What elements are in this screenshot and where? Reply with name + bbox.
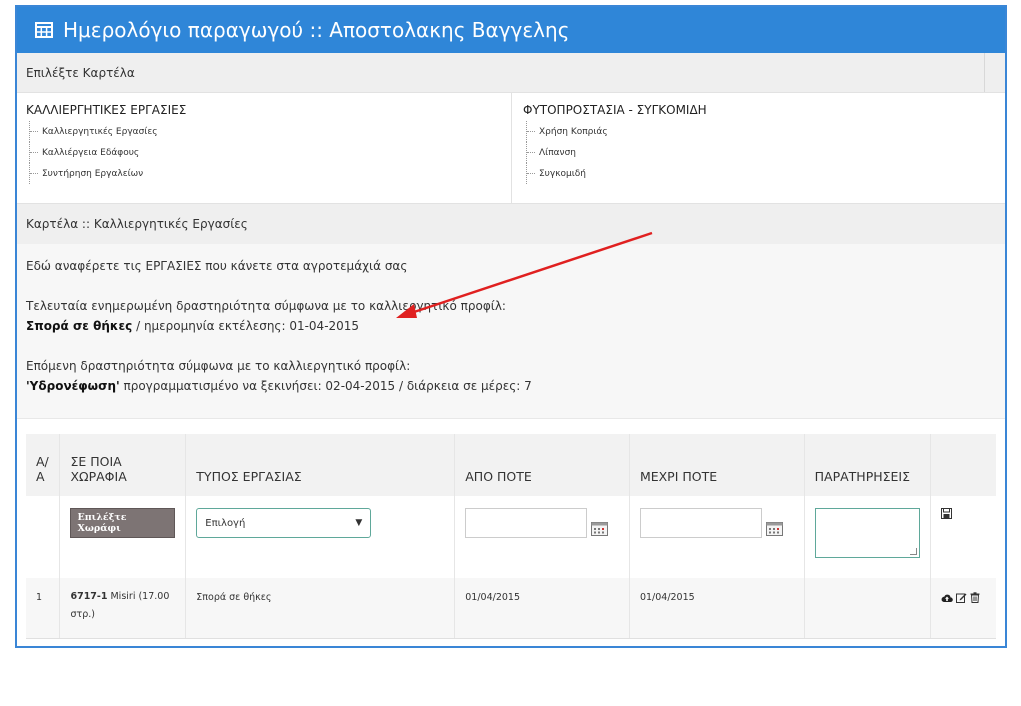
pick-field-button[interactable]: Επιλέξτε Χωράφι	[70, 508, 176, 538]
to-date-input[interactable]	[639, 508, 762, 538]
select-tab-label: Επιλέξτε Καρτέλα	[26, 65, 135, 80]
calendar-picker-icon[interactable]	[765, 522, 783, 536]
menu-item-manure[interactable]: Χρήση Κοπριάς	[526, 121, 996, 142]
menu-item-soil-cultivation[interactable]: Καλλιέργεια Εδάφους	[29, 142, 502, 163]
caret-down-icon: ▼	[355, 518, 363, 528]
table-header-row: Α/Α ΣΕ ΠΟΙΑ ΧΩΡΑΦΙΑ ΤΥΠΟΣ ΕΡΓΑΣΙΑΣ ΑΠΟ Π…	[26, 434, 996, 496]
col-notes: ΠΑΡΑΤΗΡΗΣΕΙΣ	[804, 434, 931, 496]
divider	[984, 53, 985, 92]
save-icon[interactable]	[940, 508, 952, 522]
table-row: 1 6717-1 Misiri (17.00 στρ.) Σπορά σε θή…	[26, 578, 996, 639]
tasks-table-wrap: Α/Α ΣΕ ΠΟΙΑ ΧΩΡΑΦΙΑ ΤΥΠΟΣ ΕΡΓΑΣΙΑΣ ΑΠΟ Π…	[26, 434, 996, 639]
row-type: Σπορά σε θήκες	[185, 578, 456, 639]
new-entry-row: Επιλέξτε Χωράφι Επιλογή ▼	[26, 496, 996, 578]
next-activity-line: 'Υδρονέφωση' προγραμματισμένο να ξεκινήσ…	[26, 376, 996, 396]
last-activity-label: Τελευταία ενημερωμένη δραστηριότητα σύμφ…	[26, 299, 506, 313]
page-title: Ημερολόγιο παραγωγού :: Αποστολακης Βαγγ…	[63, 18, 570, 42]
col-field: ΣΕ ΠΟΙΑ ΧΩΡΑΦΙΑ	[59, 434, 187, 496]
info-section: Εδώ αναφέρετε τις ΕΡΓΑΣΙΕΣ που κάνετε στ…	[17, 244, 1005, 419]
select-tab-header: Επιλέξτε Καρτέλα	[17, 53, 1005, 93]
col-aa: Α/Α	[26, 434, 61, 496]
row-field-code: 6717-1	[70, 591, 108, 602]
trash-icon[interactable]	[970, 592, 980, 606]
notes-textarea[interactable]	[814, 508, 920, 558]
menu-item-cultivation-tasks[interactable]: Καλλιεργητικές Εργασίες	[29, 121, 502, 142]
menu-group-title: ΦΥΤΟΠΡΟΣΤΑΣΙΑ - ΣΥΓΚΟΜΙΔΗ	[523, 103, 707, 117]
menu-item-tool-maintenance[interactable]: Συντήρηση Εργαλείων	[29, 163, 502, 184]
last-activity-date: / ημερομηνία εκτέλεσης: 01-04-2015	[132, 319, 360, 333]
calendar-icon	[35, 22, 53, 38]
main-panel: Ημερολόγιο παραγωγού :: Αποστολακης Βαγγ…	[15, 5, 1007, 648]
row-notes	[804, 578, 931, 639]
last-activity-line: Σπορά σε θήκες / ημερομηνία εκτέλεσης: 0…	[26, 316, 996, 336]
task-type-select[interactable]: Επιλογή ▼	[196, 508, 372, 538]
calendar-picker-icon[interactable]	[591, 522, 609, 536]
last-activity-name: Σπορά σε θήκες	[26, 319, 133, 333]
page-header: Ημερολόγιο παραγωγού :: Αποστολακης Βαγγ…	[17, 7, 1005, 53]
menu-item-harvest[interactable]: Συγκομιδή	[526, 163, 996, 184]
col-actions	[930, 434, 996, 496]
next-activity-label: Επόμενη δραστηριότητα σύμφωνα με το καλλ…	[26, 359, 411, 373]
tasks-table: Α/Α ΣΕ ΠΟΙΑ ΧΩΡΑΦΙΑ ΤΥΠΟΣ ΕΡΓΑΣΙΑΣ ΑΠΟ Π…	[26, 434, 996, 639]
info-intro: Εδώ αναφέρετε τις ΕΡΓΑΣΙΕΣ που κάνετε στ…	[26, 259, 408, 273]
menu-item-fertilization[interactable]: Λίπανση	[526, 142, 996, 163]
card-title: Καρτέλα :: Καλλιεργητικές Εργασίες	[26, 217, 248, 231]
col-to: ΜΕΧΡΙ ΠΟΤΕ	[629, 434, 805, 496]
edit-icon[interactable]	[955, 592, 967, 606]
col-type: ΤΥΠΟΣ ΕΡΓΑΣΙΑΣ	[185, 434, 456, 496]
row-from: 01/04/2015	[454, 578, 630, 639]
cloud-upload-icon[interactable]	[941, 593, 953, 606]
next-activity-name: 'Υδρονέφωση'	[26, 379, 120, 393]
card-header: Καρτέλα :: Καλλιεργητικές Εργασίες	[17, 204, 1005, 244]
row-aa: 1	[26, 578, 61, 639]
task-type-select-value: Επιλογή	[205, 517, 246, 529]
tab-menu: ΚΑΛΛΙΕΡΓΗΤΙΚΕΣ ΕΡΓΑΣΙΕΣ Καλλιεργητικές Ε…	[17, 93, 1005, 204]
row-field: 6717-1 Misiri (17.00 στρ.)	[59, 578, 187, 639]
menu-group-protection: ΦΥΤΟΠΡΟΣΤΑΣΙΑ - ΣΥΓΚΟΜΙΔΗ Χρήση Κοπριάς …	[511, 93, 1005, 203]
menu-group-cultivation: ΚΑΛΛΙΕΡΓΗΤΙΚΕΣ ΕΡΓΑΣΙΕΣ Καλλιεργητικές Ε…	[17, 93, 511, 203]
col-from: ΑΠΟ ΠΟΤΕ	[454, 434, 630, 496]
row-to: 01/04/2015	[629, 578, 805, 639]
menu-group-title: ΚΑΛΛΙΕΡΓΗΤΙΚΕΣ ΕΡΓΑΣΙΕΣ	[26, 103, 187, 117]
from-date-input[interactable]	[465, 508, 588, 538]
next-activity-schedule: προγραμματισμένο να ξεκινήσει: 02-04-201…	[119, 379, 532, 393]
